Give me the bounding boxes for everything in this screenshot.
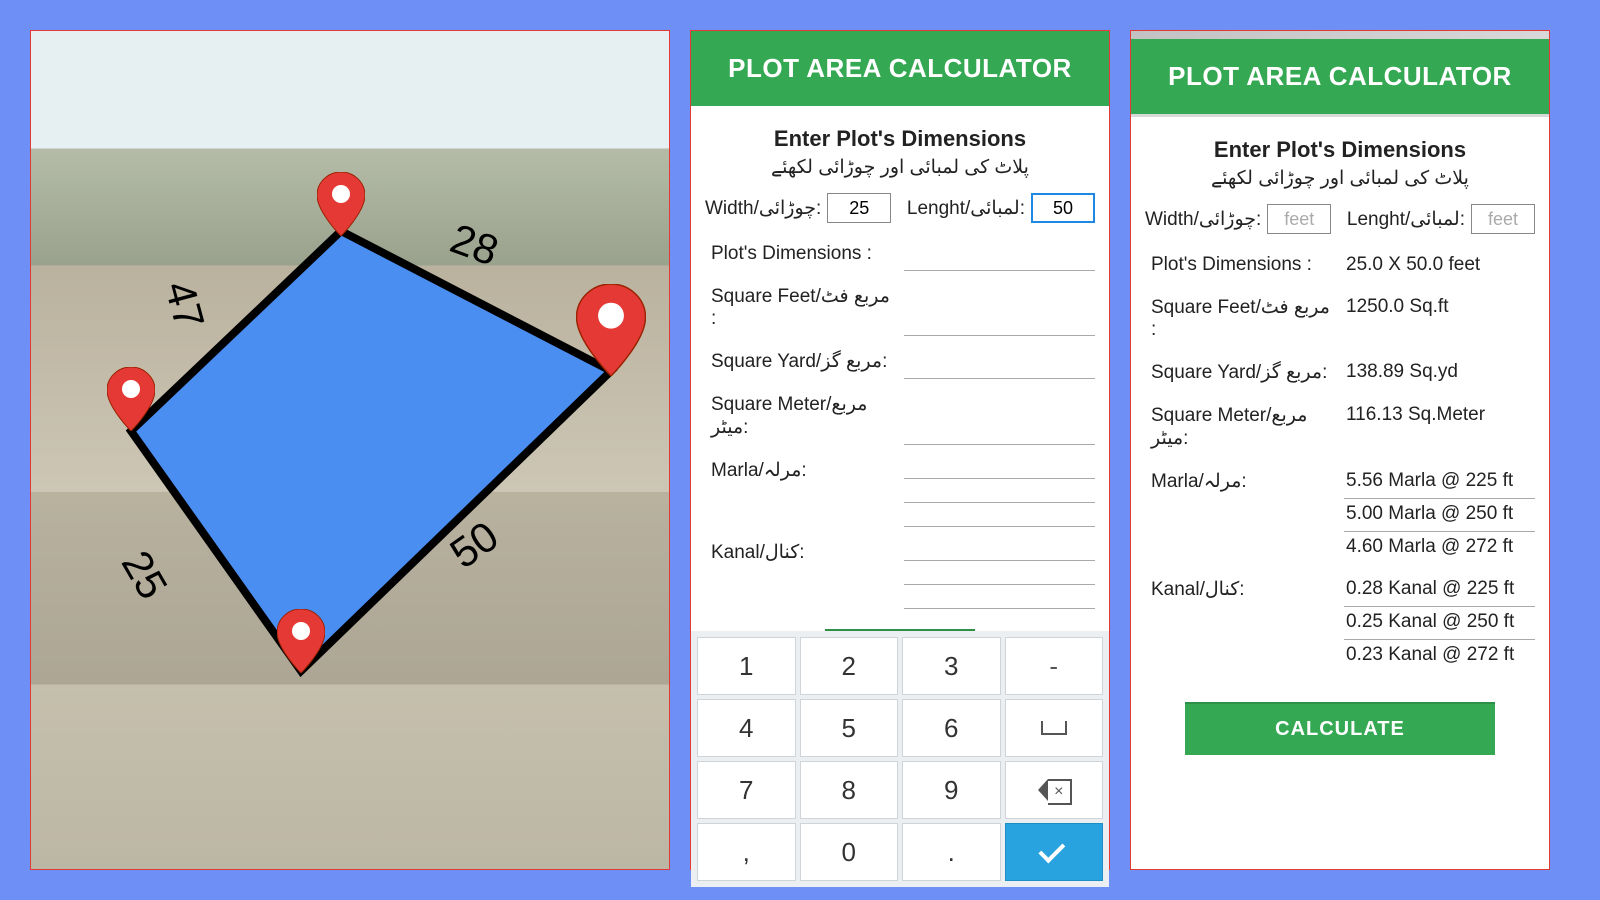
row-marla-label: Marla/مرلہ: [1145,466,1336,564]
key-7[interactable]: 7 [697,761,796,819]
row-sqyd-label: Square Yard/مربع گز: [705,346,896,379]
row-sqm-value [904,389,1095,445]
section-title: Enter Plot's Dimensions [705,126,1095,152]
key-minus[interactable]: - [1005,637,1104,695]
plot-polygon [91,191,631,711]
width-input[interactable] [1267,204,1331,234]
row-marla-values [904,455,1095,527]
key-1[interactable]: 1 [697,637,796,695]
length-label: Lenght/لمبائی: [1347,208,1465,231]
marla-value: 4.60 Marla @ 272 ft [1344,532,1535,564]
key-8[interactable]: 8 [800,761,899,819]
width-input[interactable] [827,193,891,223]
row-dimensions-label: Plot's Dimensions : [705,239,896,271]
key-enter[interactable] [1005,823,1104,881]
key-0[interactable]: 0 [800,823,899,881]
results-table: Plot's Dimensions : 25.0 X 50.0 feet Squ… [1145,250,1535,672]
row-sqyd-value [904,346,1095,379]
calculate-button[interactable]: CALCULATE [1185,702,1495,755]
row-sqft-value: 1250.0 Sq.ft [1344,292,1535,347]
check-icon [1038,836,1065,863]
dimensions-input-row: Width/چوڑائی: Lenght/لمبائی: [705,193,1095,223]
dimensions-input-row: Width/چوڑائی: Lenght/لمبائی: [1145,204,1535,234]
row-kanal-values: 0.28 Kanal @ 225 ft 0.25 Kanal @ 250 ft … [1344,574,1535,672]
app-title: PLOT AREA CALCULATOR [691,31,1109,106]
row-dimensions-value [904,239,1095,271]
map-pin-icon [576,284,646,376]
key-4[interactable]: 4 [697,699,796,757]
key-6[interactable]: 6 [902,699,1001,757]
row-sqm-label: Square Meter/مربع میٹر: [705,389,896,445]
key-comma[interactable]: , [697,823,796,881]
backspace-icon [1038,779,1070,801]
length-input[interactable] [1471,204,1535,234]
kanal-value: 0.28 Kanal @ 225 ft [1344,574,1535,607]
key-2[interactable]: 2 [800,637,899,695]
row-kanal-values [904,537,1095,609]
length-label: Lenght/لمبائی: [907,197,1025,220]
key-5[interactable]: 5 [800,699,899,757]
key-space[interactable] [1005,699,1104,757]
row-marla-label: Marla/مرلہ: [705,455,896,527]
row-sqft-label: Square Feet/مربع فٹ : [1145,292,1336,347]
map-screenshot: 28 47 50 25 [30,30,670,870]
marla-value: 5.56 Marla @ 225 ft [1344,466,1535,499]
row-sqyd-value: 138.89 Sq.yd [1344,357,1535,390]
width-label: Width/چوڑائی: [1145,208,1261,231]
section-subtitle-urdu: پلاٹ کی لمبائی اور چوڑائی لکھئے [705,156,1095,179]
row-kanal-label: Kanal/کنال: [1145,574,1336,672]
row-sqm-value: 116.13 Sq.Meter [1344,400,1535,456]
numeric-keypad: 1 2 3 - 4 5 6 7 8 9 , 0 . [691,631,1109,887]
calculator-result-screen: PLOT AREA CALCULATOR Enter Plot's Dimens… [1130,30,1550,870]
key-3[interactable]: 3 [902,637,1001,695]
app-title: PLOT AREA CALCULATOR [1131,39,1549,114]
row-kanal-label: Kanal/کنال: [705,537,896,609]
form-content: Enter Plot's Dimensions پلاٹ کی لمبائی ا… [1131,117,1549,869]
row-dimensions-label: Plot's Dimensions : [1145,250,1336,282]
key-backspace[interactable] [1005,761,1104,819]
status-bar [1131,31,1549,39]
row-sqm-label: Square Meter/مربع میٹر: [1145,400,1336,456]
kanal-value: 0.25 Kanal @ 250 ft [1344,607,1535,640]
length-input[interactable] [1031,193,1095,223]
results-table: Plot's Dimensions : Square Feet/مربع فٹ … [705,239,1095,609]
key-9[interactable]: 9 [902,761,1001,819]
section-subtitle-urdu: پلاٹ کی لمبائی اور چوڑائی لکھئے [1145,167,1535,190]
map-pin-icon [277,609,325,673]
map-overlay: 28 47 50 25 [31,31,669,869]
row-sqft-value [904,281,1095,336]
marla-value: 5.00 Marla @ 250 ft [1344,499,1535,532]
kanal-value: 0.23 Kanal @ 272 ft [1344,640,1535,672]
section-title: Enter Plot's Dimensions [1145,137,1535,163]
map-pin-icon [317,172,365,236]
space-icon [1041,721,1067,735]
calculator-input-screen: PLOT AREA CALCULATOR Enter Plot's Dimens… [690,30,1110,870]
width-label: Width/چوڑائی: [705,197,821,220]
row-marla-values: 5.56 Marla @ 225 ft 5.00 Marla @ 250 ft … [1344,466,1535,564]
form-content: Enter Plot's Dimensions پلاٹ کی لمبائی ا… [691,106,1109,631]
map-pin-icon [107,367,155,431]
row-sqyd-label: Square Yard/مربع گز: [1145,357,1336,390]
key-period[interactable]: . [902,823,1001,881]
row-dimensions-value: 25.0 X 50.0 feet [1344,250,1535,282]
row-sqft-label: Square Feet/مربع فٹ : [705,281,896,336]
